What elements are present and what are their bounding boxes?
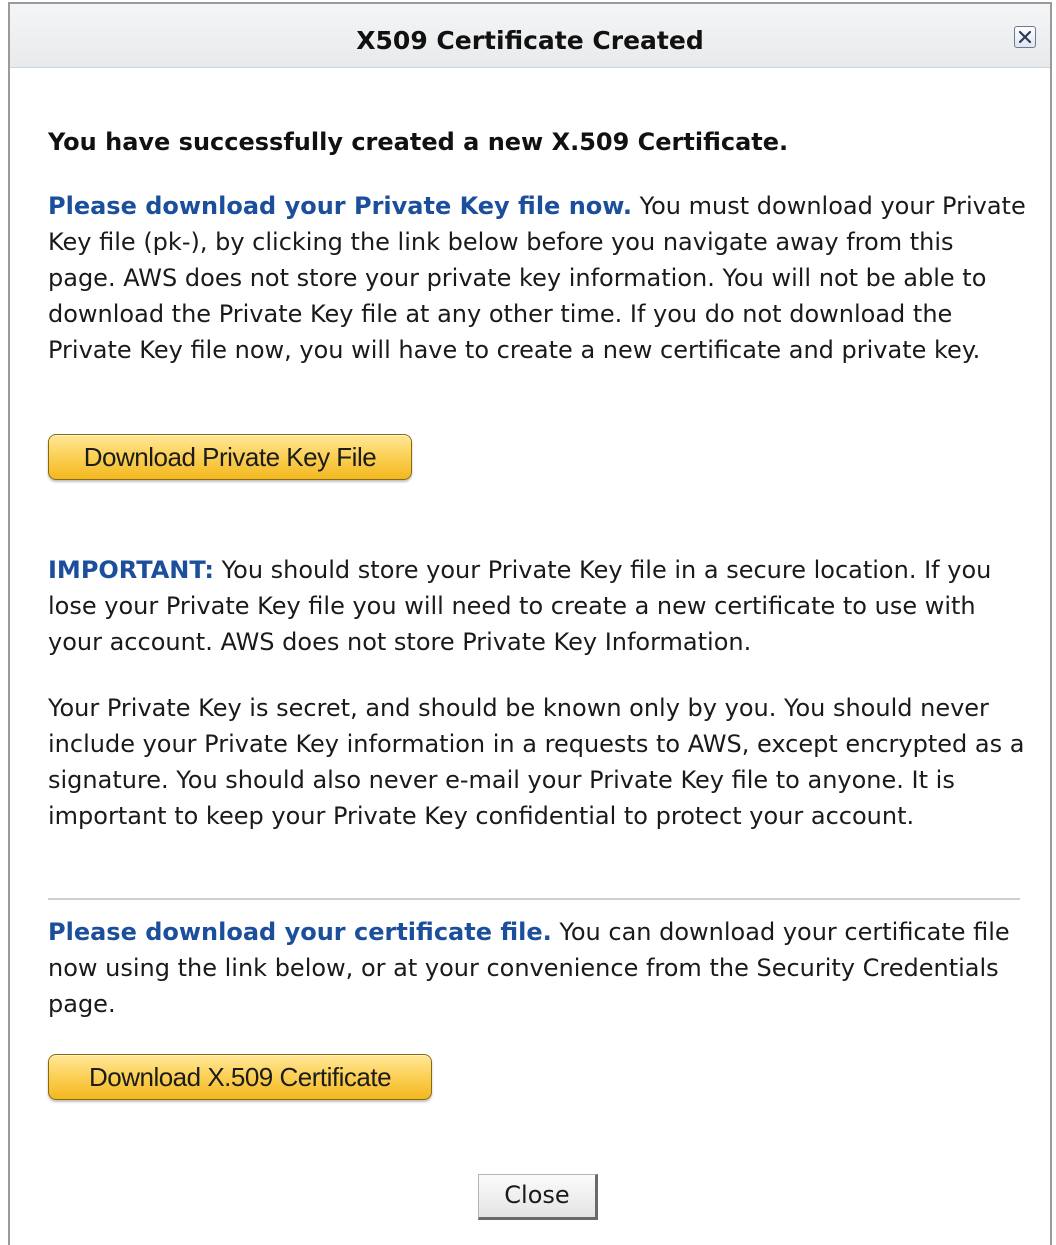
important-paragraph: IMPORTANT: You should store your Private… <box>48 552 1028 660</box>
success-headline: You have successfully created a new X.50… <box>48 128 789 156</box>
secret-paragraph: Your Private Key is secret, and should b… <box>48 694 1025 830</box>
close-button[interactable]: Close <box>478 1174 598 1220</box>
download-certificate-button[interactable]: Download X.509 Certificate <box>48 1054 432 1100</box>
dialog-title-bar: X509 Certificate Created <box>10 4 1050 68</box>
certificate-lead: Please download your certificate file. <box>48 918 552 946</box>
dialog-title: X509 Certificate Created <box>356 26 704 55</box>
private-key-paragraph: Please download your Private Key file no… <box>48 188 1028 368</box>
close-icon[interactable] <box>1014 26 1036 48</box>
certificate-paragraph: Please download your certificate file. Y… <box>48 914 1028 1022</box>
download-private-key-button[interactable]: Download Private Key File <box>48 434 412 480</box>
important-lead: IMPORTANT: <box>48 556 215 584</box>
section-divider <box>48 898 1020 900</box>
dialog-content: You have successfully created a new X.50… <box>48 124 1028 1220</box>
certificate-dialog: X509 Certificate Created You have succes… <box>8 2 1052 1245</box>
private-key-lead: Please download your Private Key file no… <box>48 192 633 220</box>
